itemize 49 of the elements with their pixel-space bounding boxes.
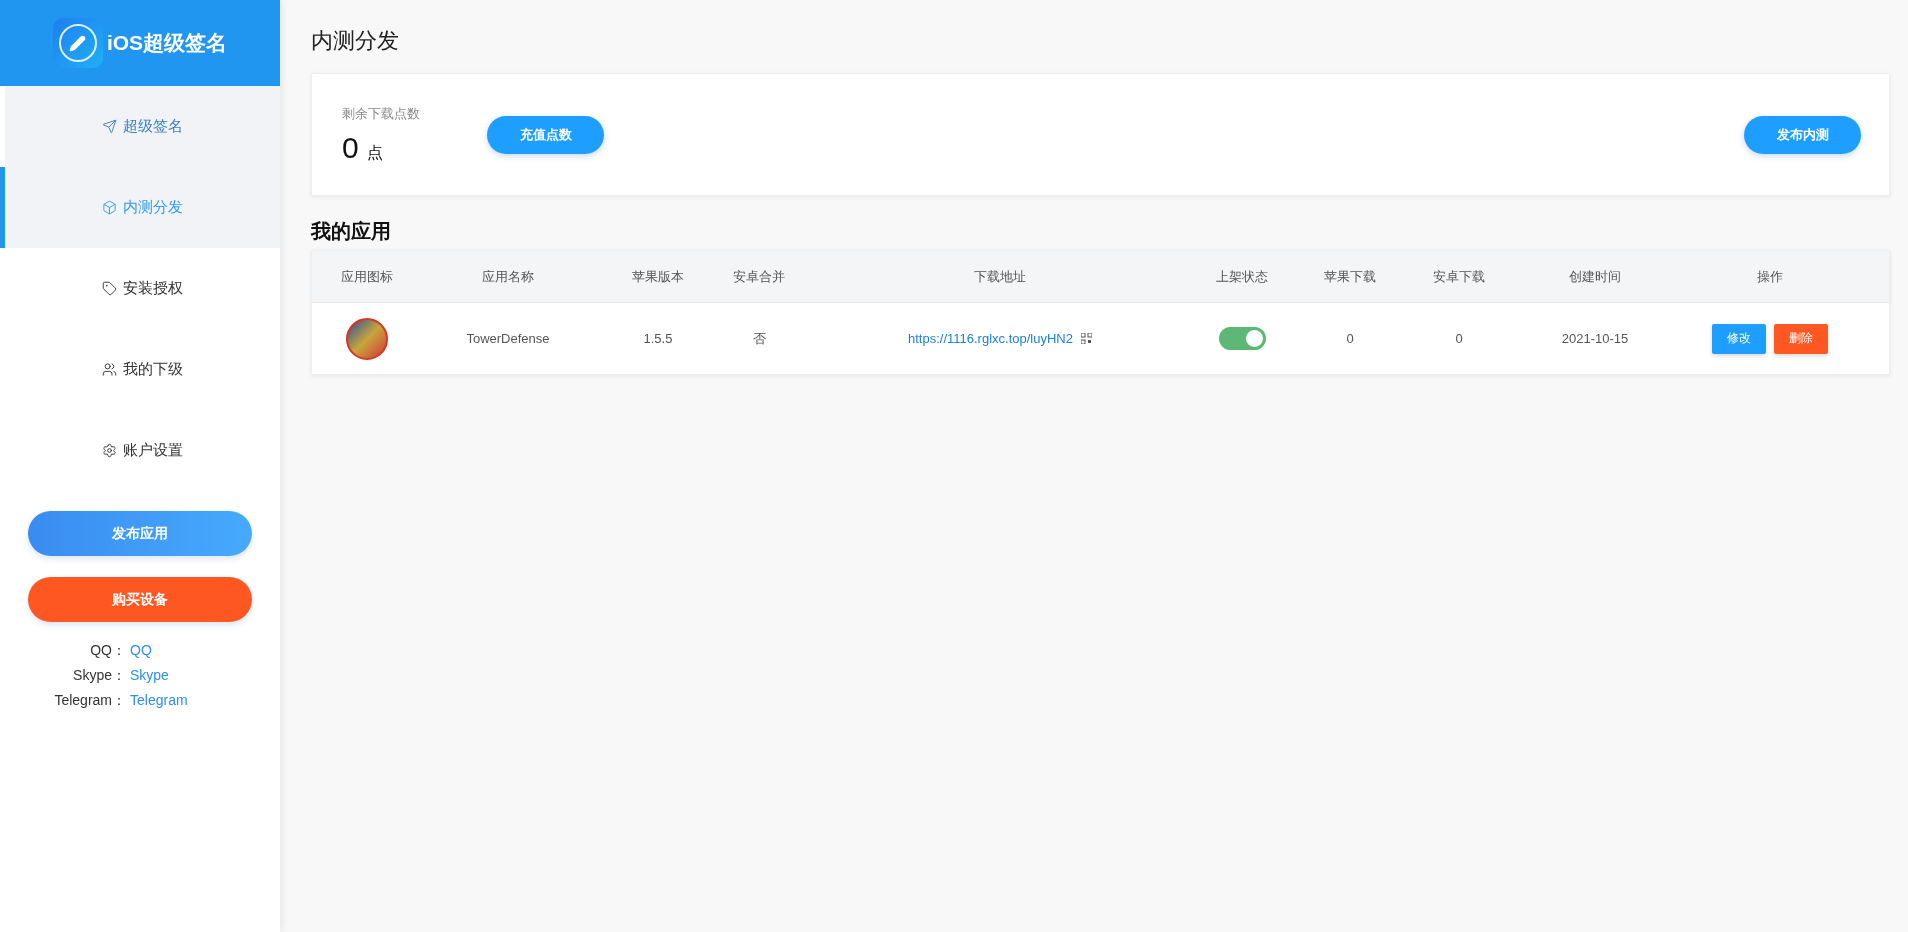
table-cell-text: 0 xyxy=(1345,331,1355,346)
delete-button[interactable]: 删除 xyxy=(1774,323,1828,354)
app-icon-placeholder xyxy=(346,317,388,360)
paper-plane-icon xyxy=(102,119,117,134)
contact-link[interactable]: Telegram xyxy=(126,692,280,710)
publish-beta-button[interactable]: 发布内测 xyxy=(1744,115,1861,154)
qr-code-icon[interactable] xyxy=(1081,333,1092,344)
settings-icon xyxy=(102,443,117,458)
balance-label: 剩余下载点数 xyxy=(342,104,421,123)
column-header: 下载地址 xyxy=(973,267,1027,286)
column-header: 安卓合并 xyxy=(732,267,786,286)
publish-app-button[interactable]: 发布应用 xyxy=(28,511,252,556)
cube-icon xyxy=(102,200,117,215)
users-icon xyxy=(102,362,117,377)
edit-button[interactable]: 修改 xyxy=(1712,323,1766,354)
column-header: 苹果版本 xyxy=(631,267,685,286)
nav-item[interactable]: 安装授权 xyxy=(0,248,280,329)
nav-item[interactable]: 我的下级 xyxy=(0,329,280,410)
balance-unit: 点 xyxy=(366,142,383,163)
contact-label: QQ： xyxy=(89,642,126,660)
nav-item[interactable]: 超级签名 xyxy=(0,86,280,167)
page-title: 内测分发 xyxy=(311,27,400,55)
nav-item[interactable]: 账户设置 xyxy=(0,410,280,491)
table-cell-text: 否 xyxy=(751,329,767,348)
contact-label: Telegram： xyxy=(53,692,126,710)
download-link[interactable]: https://1116.rglxc.top/luyHN2 xyxy=(908,331,1073,346)
section-title: 我的应用 xyxy=(311,219,392,244)
balance-value: 0 xyxy=(342,130,359,165)
listing-toggle[interactable] xyxy=(1218,327,1266,350)
column-header: 操作 xyxy=(1756,267,1784,286)
column-header: 上架状态 xyxy=(1215,267,1269,286)
tag-icon xyxy=(102,281,117,296)
column-header: 应用图标 xyxy=(340,267,394,286)
table-cell-text: TowerDefense xyxy=(465,331,551,346)
nav-item[interactable]: 内测分发 xyxy=(0,167,280,248)
contact-label: Skype： xyxy=(72,667,126,685)
column-header: 创建时间 xyxy=(1568,267,1622,286)
logo-icon xyxy=(52,18,103,68)
column-header: 安卓下载 xyxy=(1432,267,1486,286)
column-header: 应用名称 xyxy=(481,267,535,286)
column-header: 苹果下载 xyxy=(1323,267,1377,286)
table-cell-text: 1.5.5 xyxy=(642,331,674,346)
table-cell-text: 2021-10-15 xyxy=(1560,331,1630,346)
buy-device-button[interactable]: 购买设备 xyxy=(28,577,252,622)
recharge-button[interactable]: 充值点数 xyxy=(487,115,604,154)
contact-link[interactable]: QQ xyxy=(126,642,280,660)
brand-title: iOS超级签名 xyxy=(106,30,228,56)
table-cell-text: 0 xyxy=(1454,331,1464,346)
contact-link[interactable]: Skype xyxy=(126,667,280,685)
